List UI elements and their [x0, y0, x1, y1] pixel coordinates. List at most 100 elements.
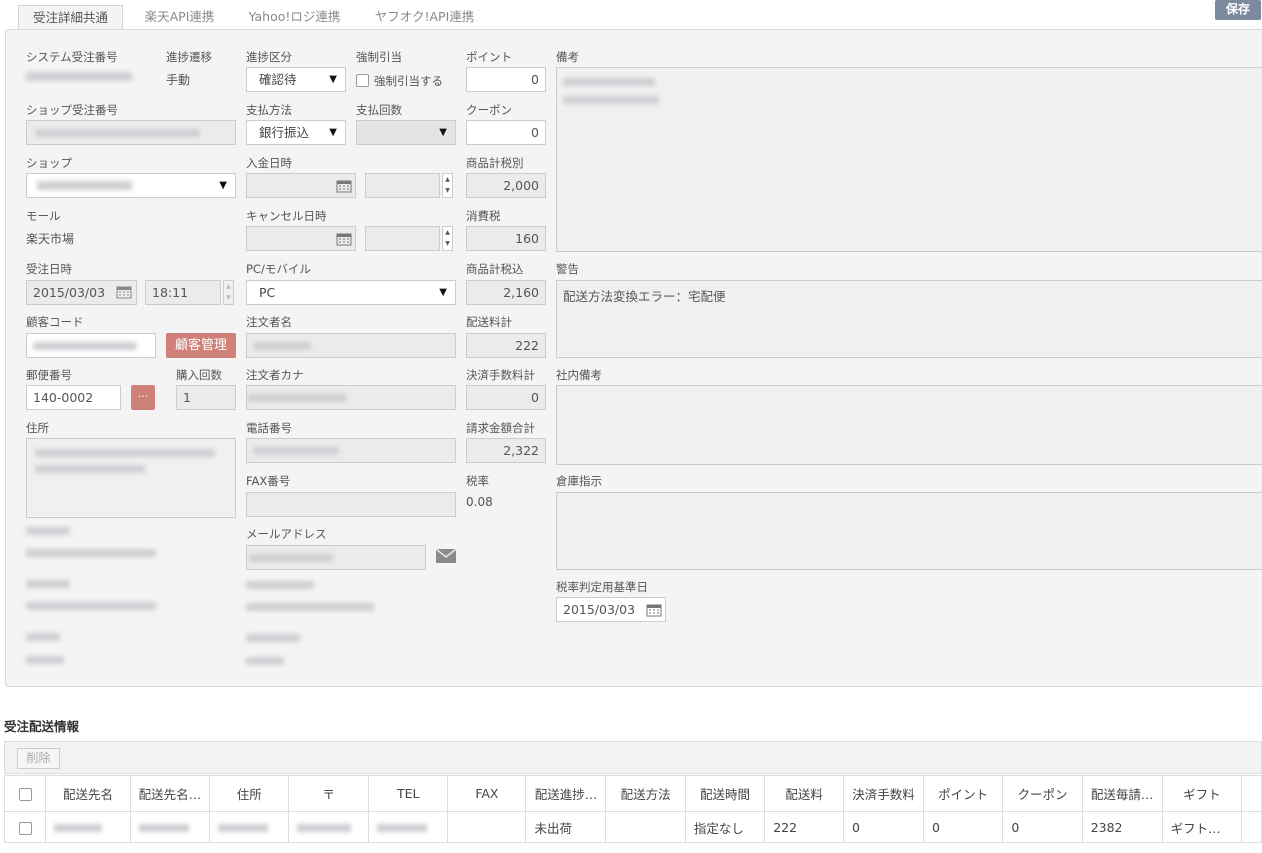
- calendar-icon[interactable]: [646, 603, 662, 617]
- calendar-icon[interactable]: [116, 285, 132, 299]
- table-cell[interactable]: [45, 811, 131, 843]
- column-header[interactable]: 決済手数料: [842, 775, 924, 812]
- table-cell[interactable]: [288, 811, 370, 843]
- column-header[interactable]: 配送時間: [684, 775, 766, 812]
- customer-management-button[interactable]: 顧客管理: [166, 333, 236, 358]
- cancel-time-field[interactable]: [365, 226, 440, 251]
- shipping-table: 配送先名 配送先名… 住所 〒 TEL FAX 配送進捗… 配送方法 配送時間 …: [3, 775, 1262, 843]
- table-cell[interactable]: 未出荷: [525, 811, 607, 843]
- address-textarea[interactable]: [26, 438, 236, 518]
- orderer-kana-label: 注文者カナ: [246, 368, 304, 382]
- calendar-icon[interactable]: [336, 179, 352, 193]
- order-time-field[interactable]: 18:11: [145, 280, 221, 305]
- billing-total-label: 請求金額合計: [466, 421, 535, 435]
- table-cell[interactable]: [129, 811, 211, 843]
- column-header[interactable]: 配送先名…: [129, 775, 211, 812]
- phone-field[interactable]: [246, 438, 456, 463]
- progress-status-label: 進捗区分: [246, 50, 292, 64]
- table-cell[interactable]: [447, 811, 527, 843]
- tab-rakuten-api[interactable]: 楽天API連携: [132, 5, 227, 30]
- select-all-cell[interactable]: [3, 775, 47, 812]
- cancel-time-spinner-icon[interactable]: ▲ ▼: [442, 226, 453, 251]
- settlement-fee-total-label: 決済手数料計: [466, 368, 535, 382]
- orderer-name-label: 注文者名: [246, 315, 292, 329]
- settlement-fee-total-field: 0: [466, 385, 546, 410]
- orderer-name-field[interactable]: [246, 333, 456, 358]
- tab-yahoo-logi[interactable]: Yahoo!ロジ連携: [237, 5, 352, 30]
- column-header[interactable]: ギフト: [1161, 775, 1243, 812]
- pc-mobile-select[interactable]: PC ▼: [246, 280, 456, 305]
- column-header[interactable]: 〒: [288, 775, 370, 812]
- column-header[interactable]: 配送方法: [605, 775, 686, 812]
- envelope-icon[interactable]: [436, 549, 456, 563]
- coupon-field[interactable]: 0: [466, 120, 546, 145]
- forced-allocation-checkbox-label: 強制引当する: [374, 74, 443, 88]
- forced-allocation-checkbox[interactable]: [356, 74, 369, 87]
- table-cell[interactable]: [209, 811, 290, 843]
- subtotal-excl-tax-field: 2,000: [466, 173, 546, 198]
- column-header[interactable]: 配送料: [764, 775, 844, 812]
- remarks-textarea[interactable]: [556, 67, 1262, 252]
- column-header[interactable]: 住所: [209, 775, 290, 812]
- delete-button[interactable]: 削除: [17, 748, 60, 769]
- table-cell[interactable]: 指定なし: [684, 811, 766, 843]
- customer-code-field[interactable]: [26, 333, 156, 358]
- internal-remarks-textarea[interactable]: [556, 385, 1262, 465]
- warning-label: 警告: [556, 262, 579, 276]
- shop-order-no-field[interactable]: [26, 120, 236, 145]
- dropdown-arrow-icon: ▼: [439, 127, 447, 138]
- row-checkbox[interactable]: [18, 821, 32, 835]
- column-header[interactable]: 配送先名: [45, 775, 131, 812]
- tab-yafuoku-api[interactable]: ヤフオク!API連携: [362, 5, 487, 30]
- meta-label-4: [246, 581, 314, 589]
- column-header[interactable]: クーポン: [1002, 775, 1083, 812]
- warning-textarea[interactable]: 配送方法変換エラー：宅配便: [556, 280, 1262, 358]
- calendar-icon[interactable]: [336, 232, 352, 246]
- shipping-total-field: 222: [466, 333, 546, 358]
- column-header-spacer: [1241, 775, 1262, 812]
- save-button[interactable]: 保存: [1215, 0, 1261, 20]
- table-cell[interactable]: 2382: [1081, 811, 1163, 843]
- table-cell[interactable]: [605, 811, 686, 843]
- table-cell[interactable]: 0: [842, 811, 924, 843]
- meta-label-5: [246, 634, 300, 642]
- fax-field[interactable]: [246, 492, 456, 517]
- warehouse-instructions-label: 倉庫指示: [556, 474, 602, 488]
- tab-order-detail[interactable]: 受注詳細共通: [18, 5, 123, 30]
- column-header[interactable]: TEL: [368, 775, 449, 812]
- meta-label-1: [26, 527, 70, 535]
- deposit-time-spinner-icon[interactable]: ▲ ▼: [442, 173, 453, 198]
- column-header[interactable]: 配送毎請…: [1081, 775, 1163, 812]
- payment-method-select[interactable]: 銀行振込 ▼: [246, 120, 346, 145]
- column-header[interactable]: ポイント: [922, 775, 1004, 812]
- table-cell[interactable]: [368, 811, 449, 843]
- deposit-datetime-label: 入金日時: [246, 156, 292, 170]
- table-row[interactable]: 未出荷 指定なし 222 0 0 0 2382 ギフト…: [3, 811, 1262, 843]
- shipping-total-label: 配送料計: [466, 315, 512, 329]
- customer-code-label: 顧客コード: [26, 315, 84, 329]
- postal-lookup-button[interactable]: ···: [131, 385, 155, 410]
- table-cell[interactable]: ギフト…: [1161, 811, 1243, 843]
- table-cell[interactable]: 222: [764, 811, 844, 843]
- postal-code-field[interactable]: 140-0002: [26, 385, 121, 410]
- row-select-cell[interactable]: [3, 811, 47, 843]
- deposit-time-field[interactable]: [365, 173, 440, 198]
- warehouse-instructions-textarea[interactable]: [556, 492, 1262, 570]
- shop-label: ショップ: [26, 156, 72, 170]
- points-field[interactable]: 0: [466, 67, 546, 92]
- payment-count-select[interactable]: ▼: [356, 120, 456, 145]
- shop-select[interactable]: ▼: [26, 173, 236, 198]
- table-cell[interactable]: 0: [1002, 811, 1083, 843]
- table-cell[interactable]: 0: [922, 811, 1004, 843]
- orderer-kana-field[interactable]: [246, 385, 456, 410]
- pc-mobile-value: PC: [259, 285, 276, 300]
- tax-rate-base-date-label: 税率判定用基準日: [556, 580, 648, 594]
- progress-status-select[interactable]: 確認待 ▼: [246, 67, 346, 92]
- column-header[interactable]: 配送進捗…: [525, 775, 607, 812]
- email-field[interactable]: [246, 545, 426, 570]
- meta-label-2: [26, 580, 70, 588]
- column-header[interactable]: FAX: [447, 775, 527, 812]
- meta-value-4: [246, 603, 374, 611]
- order-time-spinner-icon[interactable]: ▲ ▼: [223, 280, 234, 305]
- select-all-checkbox[interactable]: [18, 788, 32, 801]
